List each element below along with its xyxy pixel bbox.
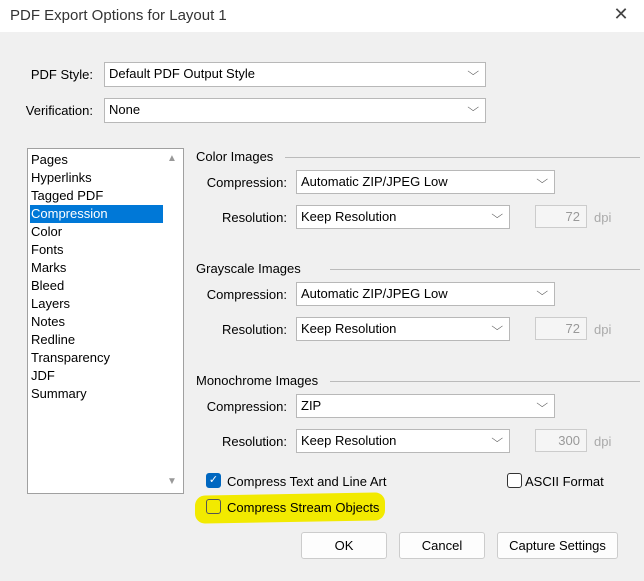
dpi-unit: dpi bbox=[594, 210, 612, 225]
dpi-input[interactable]: 300 bbox=[535, 429, 587, 452]
resolution-label: Resolution: bbox=[221, 434, 287, 449]
close-icon[interactable]: ✕ bbox=[611, 4, 631, 25]
category-item[interactable]: Notes bbox=[30, 313, 163, 331]
resolution-select[interactable]: Keep Resolution ⌵ bbox=[296, 317, 510, 341]
category-item[interactable]: Layers bbox=[30, 295, 163, 313]
resolution-value: Keep Resolution bbox=[301, 433, 397, 448]
scroll-down-icon[interactable]: ▼ bbox=[167, 476, 177, 487]
group-title: Monochrome Images bbox=[196, 373, 319, 388]
dpi-unit: dpi bbox=[594, 322, 612, 337]
compress-stream-label: Compress Stream Objects bbox=[227, 500, 380, 515]
compression-select[interactable]: ZIP ⌵ bbox=[296, 394, 555, 418]
verification-select[interactable]: None ⌵ bbox=[104, 98, 486, 123]
cancel-button[interactable]: Cancel bbox=[399, 532, 485, 559]
verification-value: None bbox=[109, 102, 141, 117]
resolution-value: Keep Resolution bbox=[301, 321, 397, 336]
chevron-down-icon: ⌵ bbox=[535, 286, 548, 298]
dpi-input[interactable]: 72 bbox=[535, 205, 587, 228]
ascii-format-checkbox[interactable] bbox=[507, 473, 522, 488]
compression-value: Automatic ZIP/JPEG Low bbox=[301, 174, 448, 189]
category-item[interactable]: Hyperlinks bbox=[30, 169, 163, 187]
category-item[interactable]: Marks bbox=[30, 259, 163, 277]
category-item[interactable]: Pages bbox=[30, 151, 163, 169]
group-divider bbox=[285, 157, 640, 158]
resolution-label: Resolution: bbox=[221, 322, 287, 337]
compress-text-label: Compress Text and Line Art bbox=[227, 474, 387, 489]
category-item[interactable]: Tagged PDF bbox=[30, 187, 163, 205]
compression-select[interactable]: Automatic ZIP/JPEG Low ⌵ bbox=[296, 170, 555, 194]
resolution-select[interactable]: Keep Resolution ⌵ bbox=[296, 429, 510, 453]
chevron-down-icon: ⌵ bbox=[535, 398, 548, 410]
ascii-format-label: ASCII Format bbox=[525, 474, 604, 489]
chevron-down-icon: ⌵ bbox=[535, 174, 548, 186]
category-item[interactable]: Bleed bbox=[30, 277, 163, 295]
compress-stream-checkbox[interactable] bbox=[206, 499, 221, 514]
compression-value: Automatic ZIP/JPEG Low bbox=[301, 286, 448, 301]
dialog-title: PDF Export Options for Layout 1 bbox=[10, 7, 227, 24]
chevron-down-icon: ⌵ bbox=[466, 102, 479, 114]
capture-settings-button[interactable]: Capture Settings bbox=[497, 532, 618, 559]
pdf-style-label: PDF Style: bbox=[30, 67, 93, 82]
group-divider bbox=[330, 381, 640, 382]
compression-label: Compression: bbox=[206, 287, 287, 302]
category-item[interactable]: Summary bbox=[30, 385, 163, 403]
group-title: Color Images bbox=[196, 149, 274, 164]
category-item[interactable]: JDF bbox=[30, 367, 163, 385]
category-item[interactable]: Transparency bbox=[30, 349, 163, 367]
compression-value: ZIP bbox=[301, 398, 322, 413]
dpi-input[interactable]: 72 bbox=[535, 317, 587, 340]
group-title: Grayscale Images bbox=[196, 261, 301, 276]
resolution-value: Keep Resolution bbox=[301, 209, 397, 224]
compression-select[interactable]: Automatic ZIP/JPEG Low ⌵ bbox=[296, 282, 555, 306]
resolution-label: Resolution: bbox=[221, 210, 287, 225]
pdf-style-value: Default PDF Output Style bbox=[109, 66, 255, 81]
chevron-down-icon: ⌵ bbox=[490, 321, 503, 333]
category-list[interactable]: ▲ ▼ Pages Hyperlinks Tagged PDF Compression… bbox=[27, 148, 184, 494]
pdf-style-select[interactable]: Default PDF Output Style ⌵ bbox=[104, 62, 486, 87]
group-divider bbox=[330, 269, 640, 270]
compression-label: Compression: bbox=[206, 399, 287, 414]
verification-label: Verification: bbox=[25, 103, 93, 118]
category-item[interactable]: Compression bbox=[30, 205, 163, 223]
scroll-up-icon[interactable]: ▲ bbox=[167, 153, 177, 164]
chevron-down-icon: ⌵ bbox=[466, 66, 479, 78]
dpi-unit: dpi bbox=[594, 434, 612, 449]
category-item[interactable]: Color bbox=[30, 223, 163, 241]
compression-label: Compression: bbox=[206, 175, 287, 190]
scrollbar[interactable]: ▲ ▼ bbox=[163, 149, 183, 493]
resolution-select[interactable]: Keep Resolution ⌵ bbox=[296, 205, 510, 229]
compress-text-checkbox[interactable]: ✓ bbox=[206, 473, 221, 488]
ok-button[interactable]: OK bbox=[301, 532, 387, 559]
category-item[interactable]: Fonts bbox=[30, 241, 163, 259]
chevron-down-icon: ⌵ bbox=[490, 209, 503, 221]
chevron-down-icon: ⌵ bbox=[490, 433, 503, 445]
category-item[interactable]: Redline bbox=[30, 331, 163, 349]
